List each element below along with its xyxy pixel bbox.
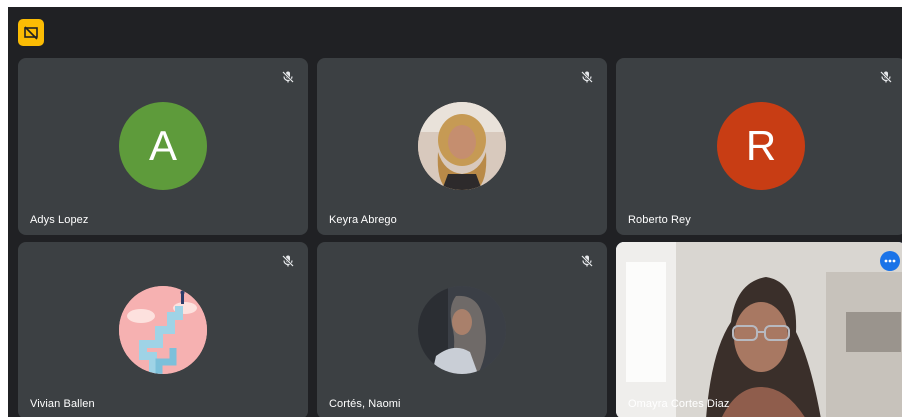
mic-off-icon <box>280 253 296 269</box>
participant-name: Keyra Abrego <box>329 214 397 226</box>
meeting-window: A Adys Lopez Keyra Abrego R Roberto Rey … <box>8 7 902 417</box>
participant-name: Adys Lopez <box>30 214 89 226</box>
avatar: R <box>717 102 805 190</box>
participant-tile[interactable]: Vivian Ballen <box>18 242 308 417</box>
participant-tile[interactable]: Keyra Abrego <box>317 58 607 235</box>
mic-off-icon <box>878 69 894 85</box>
avatar-initial: A <box>148 122 177 169</box>
avatar: A <box>119 102 207 190</box>
participant-name: Cortés, Naomi <box>329 398 401 410</box>
participant-video <box>616 242 902 417</box>
more-options-button[interactable] <box>880 251 900 271</box>
avatar-photo <box>418 286 506 374</box>
participant-tile[interactable]: A Adys Lopez <box>18 58 308 235</box>
mic-off-icon <box>579 253 595 269</box>
participant-name: Vivian Ballen <box>30 398 95 410</box>
participant-name: Roberto Rey <box>628 214 691 226</box>
participant-tile[interactable]: Cortés, Naomi <box>317 242 607 417</box>
avatar-illustration <box>119 286 207 374</box>
avatar-initial: R <box>745 122 777 169</box>
mic-off-icon <box>579 69 595 85</box>
presentation-off-icon <box>24 25 38 40</box>
presentation-button[interactable] <box>18 19 44 46</box>
mic-off-icon <box>280 69 296 85</box>
participant-tile-active[interactable]: Omayra Cortes Diaz <box>616 242 902 417</box>
participant-tile[interactable]: R Roberto Rey <box>616 58 902 235</box>
participant-name: Omayra Cortes Diaz <box>628 398 730 410</box>
more-horiz-icon <box>884 259 896 263</box>
avatar-photo <box>418 102 506 190</box>
